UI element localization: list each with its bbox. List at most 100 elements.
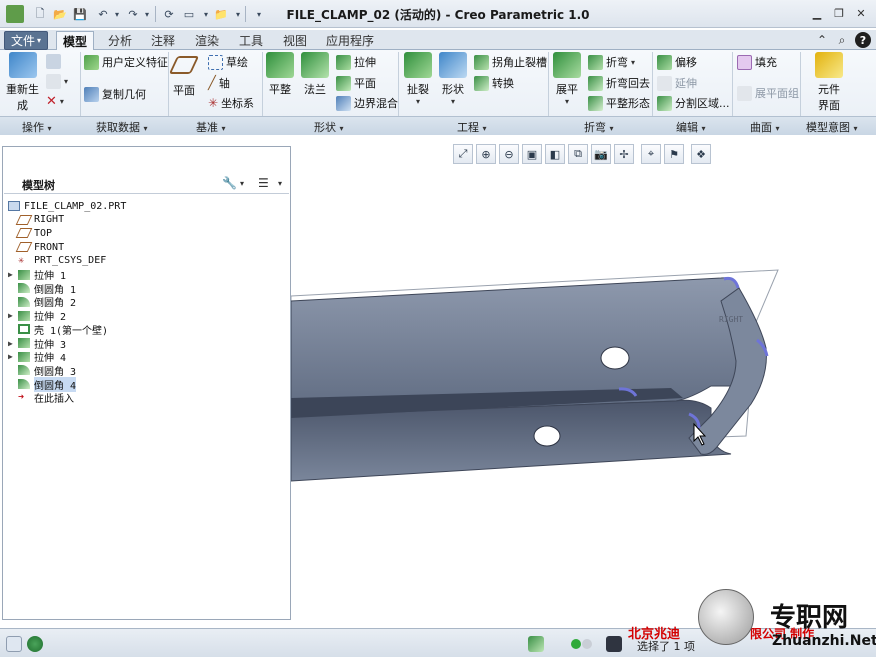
form-button[interactable]: 形状 ▾ xyxy=(439,52,467,106)
group-datum[interactable]: 基准 ▾ xyxy=(196,119,226,135)
tab-view[interactable]: 视图 xyxy=(277,31,313,50)
group-surfaces[interactable]: 曲面 ▾ xyxy=(750,119,780,135)
regenerate-button[interactable]: 重新生 成 xyxy=(6,52,39,113)
browser-toggle-icon[interactable] xyxy=(27,636,43,652)
boundary-blend-button[interactable]: 边界混合 xyxy=(336,95,398,111)
fill-button[interactable]: 填充 xyxy=(737,54,777,70)
tree-item[interactable]: ▶ 拉伸 1 xyxy=(8,268,66,282)
group-model-intent[interactable]: 模型意图 ▾ xyxy=(806,119,858,135)
flange-button[interactable]: 法兰 xyxy=(301,52,329,97)
shape-plane-button[interactable]: 平面 xyxy=(336,75,376,91)
bend-button[interactable]: 折弯 ▾ xyxy=(588,54,635,70)
tree-show-dropdown-icon[interactable]: ▾ xyxy=(278,179,282,188)
group-shapes[interactable]: 形状 ▾ xyxy=(314,119,344,135)
datum-plane-button[interactable]: 平面 xyxy=(168,56,200,98)
csys-button[interactable]: ✳ 坐标系 xyxy=(208,95,254,111)
extrude-icon xyxy=(18,310,30,321)
graphics-viewport[interactable]: RIGHT xyxy=(290,136,876,628)
tree-item[interactable]: TOP xyxy=(8,226,52,240)
flat-wall-button[interactable]: 平整 xyxy=(266,52,294,97)
offset-button[interactable]: 偏移 xyxy=(657,54,697,70)
sketch-button[interactable]: 草绘 xyxy=(208,54,248,70)
tree-settings-icon[interactable]: 🔧 xyxy=(222,176,237,190)
round-icon xyxy=(18,296,30,307)
tab-annotate[interactable]: 注释 xyxy=(145,31,181,50)
tree-item[interactable]: ➜ 在此插入 xyxy=(8,391,74,405)
split-area-button[interactable]: 分割区域... xyxy=(657,95,730,111)
appearance-icon[interactable]: ❖ xyxy=(691,144,711,164)
status-light-2-icon xyxy=(582,639,592,649)
bend-back-button[interactable]: 折弯回去 xyxy=(588,75,650,91)
refit-icon[interactable]: ⤢ xyxy=(453,144,473,164)
expand-arrow-icon[interactable]: ▶ xyxy=(8,352,18,361)
datum-display-icon[interactable]: ✢ xyxy=(614,144,634,164)
tab-model[interactable]: 模型 xyxy=(56,31,95,50)
group-bends[interactable]: 折弯 ▾ xyxy=(584,119,614,135)
paste-button[interactable]: ▾ xyxy=(46,74,68,89)
restore-icon[interactable]: ❐ xyxy=(830,5,848,21)
unbend-button[interactable]: 展平 ▾ xyxy=(553,52,581,106)
axis-button[interactable]: ╱ 轴 xyxy=(208,75,230,91)
annotation-display-icon[interactable]: ⚑ xyxy=(664,144,684,164)
regen-status-icon[interactable] xyxy=(528,636,544,652)
udf-button[interactable]: 用户定义特征 xyxy=(84,54,168,70)
tree-item[interactable]: ▶ 拉伸 3 xyxy=(8,336,66,351)
rip-button[interactable]: 扯裂 ▾ xyxy=(404,52,432,106)
expand-arrow-icon[interactable]: ▶ xyxy=(8,311,18,320)
tree-item[interactable]: ▶ 拉伸 4 xyxy=(8,350,66,364)
flat-pattern-button[interactable]: 平整形态 xyxy=(588,95,650,111)
tree-settings-dropdown-icon[interactable]: ▾ xyxy=(240,179,244,188)
tab-applications[interactable]: 应用程序 xyxy=(320,31,380,50)
corner-relief-button[interactable]: 拐角止裂槽 xyxy=(474,54,547,70)
repaint-icon[interactable]: ▣ xyxy=(522,144,542,164)
spin-center-icon[interactable]: ⌖ xyxy=(641,144,661,164)
help-icon[interactable]: ? xyxy=(855,32,871,48)
extrude-button[interactable]: 拉伸 xyxy=(336,54,376,70)
tree-item[interactable]: 壳 1(第一个壁) xyxy=(8,322,108,337)
copy-button[interactable] xyxy=(46,54,61,69)
component-interface-button[interactable]: 元件 界面 xyxy=(815,52,843,113)
tab-render[interactable]: 渲染 xyxy=(189,31,225,50)
group-engineering[interactable]: 工程 ▾ xyxy=(457,119,487,135)
filter-icon[interactable] xyxy=(606,636,622,652)
tree-item[interactable]: ✳ PRT_CSYS_DEF xyxy=(8,254,106,268)
display-style-icon[interactable]: ◧ xyxy=(545,144,565,164)
tab-tools[interactable]: 工具 xyxy=(233,31,269,50)
extend-button[interactable]: 延伸 xyxy=(657,75,697,91)
search-icon[interactable]: ⌕ xyxy=(834,32,850,48)
view-manager-icon[interactable]: 📷 xyxy=(591,144,611,164)
minimize-icon[interactable]: ▁ xyxy=(808,5,826,21)
tree-item[interactable]: 倒圆角 3 xyxy=(8,363,76,378)
tree-item[interactable]: RIGHT xyxy=(8,213,64,227)
tree-item[interactable]: 倒圆角 1 xyxy=(8,281,76,296)
tab-file[interactable]: 文件 ▾ xyxy=(4,31,49,50)
zoom-out-icon[interactable]: ⊖ xyxy=(499,144,519,164)
close-icon[interactable]: ✕ xyxy=(852,5,870,21)
group-editing[interactable]: 编辑 ▾ xyxy=(676,119,706,135)
tree-item[interactable]: 倒圆角 2 xyxy=(8,295,76,309)
extrude-icon xyxy=(18,338,30,348)
toggle-navigator-icon[interactable] xyxy=(6,636,22,652)
model-view: RIGHT xyxy=(290,269,779,482)
expand-arrow-icon[interactable]: ▶ xyxy=(8,339,18,348)
collapse-ribbon-icon[interactable]: ⌃ xyxy=(814,32,830,48)
soccer-ball-logo-icon xyxy=(698,589,754,645)
tree-item[interactable]: ▶ 拉伸 2 xyxy=(8,309,66,323)
group-operations[interactable]: 操作 ▾ xyxy=(22,119,52,135)
tree-item[interactable]: 倒圆角 4 xyxy=(8,376,77,392)
expand-arrow-icon[interactable]: ▶ xyxy=(8,270,18,279)
csys-icon: ✳ xyxy=(18,254,25,266)
flatten-quilt-button[interactable]: 展平面组 xyxy=(737,85,799,101)
tree-item[interactable]: FILE_CLAMP_02.PRT xyxy=(8,199,126,213)
tree-show-icon[interactable]: ☰ xyxy=(258,176,269,190)
convert-button[interactable]: 转换 xyxy=(474,75,514,91)
delete-button[interactable]: ✕ ▾ xyxy=(46,94,64,109)
copy-geometry-button[interactable]: 复制几何 xyxy=(84,86,146,102)
tree-item[interactable]: FRONT xyxy=(8,240,64,254)
saved-views-icon[interactable]: ⧉ xyxy=(568,144,588,164)
boundary-blend-icon xyxy=(336,95,351,111)
group-get-data[interactable]: 获取数据 ▾ xyxy=(96,119,148,135)
zoom-in-icon[interactable]: ⊕ xyxy=(476,144,496,164)
tab-analysis[interactable]: 分析 xyxy=(102,31,138,50)
csys-icon: ✳ xyxy=(208,96,219,110)
